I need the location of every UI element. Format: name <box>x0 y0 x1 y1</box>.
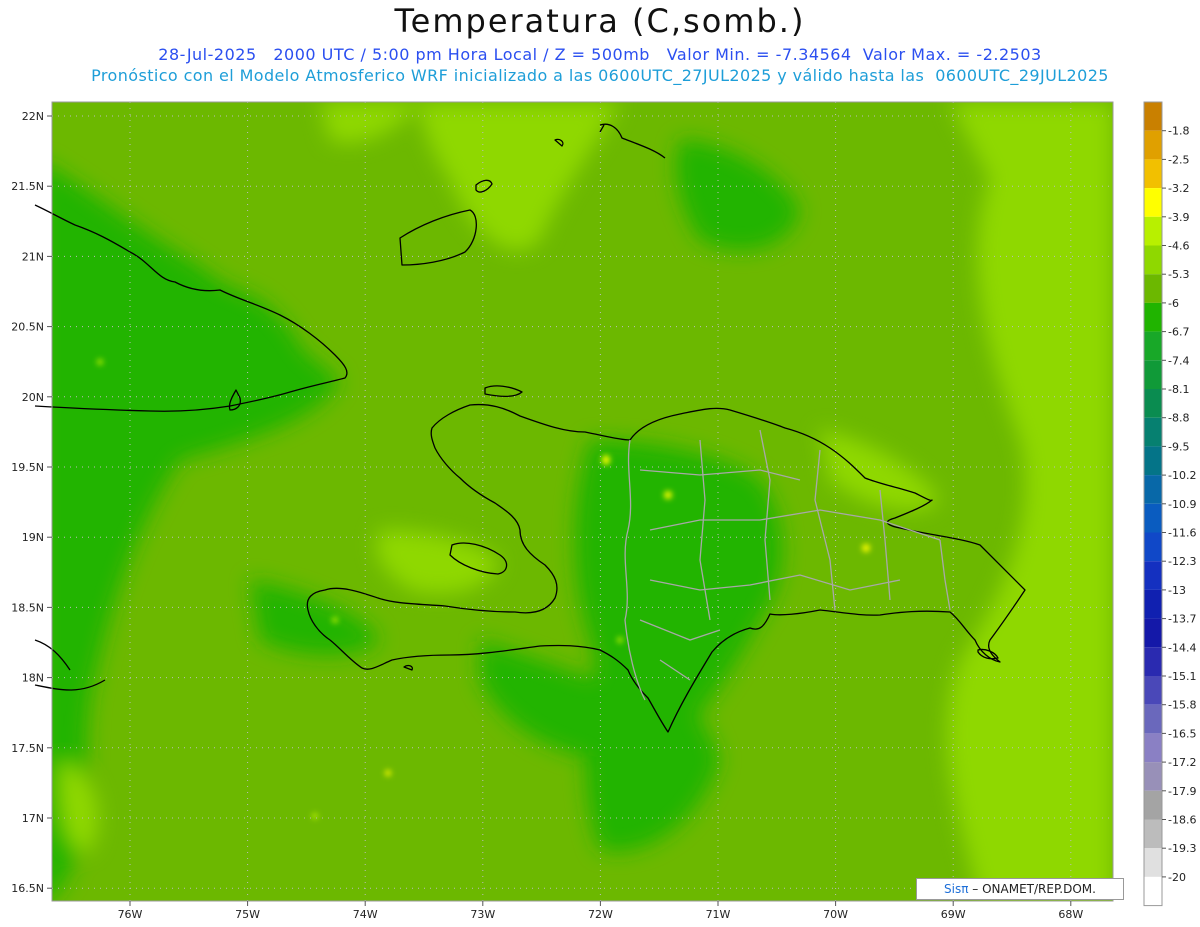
lat-tick-label: 19N <box>22 531 44 544</box>
legend-label: -10.9 <box>1168 498 1196 511</box>
lat-tick-label: 21N <box>22 250 44 263</box>
legend-swatch <box>1144 331 1162 361</box>
legend-label: -6.7 <box>1168 326 1189 339</box>
lon-tick-label: 74W <box>353 908 378 921</box>
legend-label: -1.8 <box>1168 125 1189 138</box>
lon-tick-label: 75W <box>235 908 260 921</box>
legend-label: -3.2 <box>1168 182 1189 195</box>
legend-label: -4.6 <box>1168 240 1189 253</box>
lon-tick-label: 73W <box>470 908 495 921</box>
legend-label: -3.9 <box>1168 211 1189 224</box>
lat-tick-label: 19.5N <box>11 461 44 474</box>
legend-label: -19.3 <box>1168 842 1196 855</box>
legend-label: -13.7 <box>1168 613 1196 626</box>
legend-swatch <box>1144 618 1162 648</box>
legend-label: -8.1 <box>1168 383 1189 396</box>
legend-swatch <box>1144 819 1162 849</box>
lon-tick-label: 72W <box>588 908 613 921</box>
legend-label: -2.5 <box>1168 153 1189 166</box>
legend-swatch <box>1144 417 1162 447</box>
legend-label: -13 <box>1168 584 1186 597</box>
legend-label: -17.2 <box>1168 756 1196 769</box>
legend-swatch <box>1144 475 1162 504</box>
temperature-map: 22N 21.5N 21N 20.5N 20N 19.5N 19N 18.5N 18N 17.5N… <box>11 101 1196 921</box>
legend-swatch <box>1144 245 1162 275</box>
legend-swatch <box>1144 302 1162 332</box>
lat-tick-label: 17.5N <box>11 742 44 755</box>
lat-tick-label: 20N <box>22 391 44 404</box>
legend-label: -8.8 <box>1168 412 1189 425</box>
lon-tick-label: 70W <box>823 908 848 921</box>
legend-swatch <box>1144 360 1162 389</box>
legend-label: -7.4 <box>1168 354 1189 367</box>
lat-tick-label: 18.5N <box>11 601 44 614</box>
lon-tick-label: 69W <box>941 908 966 921</box>
legend-swatch <box>1144 532 1162 562</box>
credit-text: – ONAMET/REP.DOM. <box>968 882 1096 896</box>
legend-swatch <box>1144 733 1162 763</box>
legend-label: -9.5 <box>1168 440 1189 453</box>
legend-swatch <box>1144 589 1162 619</box>
legend-swatch <box>1144 762 1162 791</box>
credit-box: Sisπ – ONAMET/REP.DOM. <box>916 878 1124 900</box>
legend-label: -15.1 <box>1168 670 1196 683</box>
legend-swatch <box>1144 389 1162 418</box>
legend-label: -6 <box>1168 297 1179 310</box>
longitude-axis: 76W 75W 74W 73W 72W 71W 70W 69W 68W <box>118 901 1083 921</box>
temperature-field <box>52 102 1113 901</box>
color-legend: -1.8 -2.5 -3.2 -3.9 -4.6 -5.3 -6 -6.7 -7.4 -8.1 -8… <box>1143 101 1196 907</box>
legend-swatch <box>1144 130 1162 160</box>
legend-label: -17.9 <box>1168 785 1196 798</box>
legend-swatch <box>1144 704 1162 734</box>
lat-tick-label: 16.5N <box>11 882 44 895</box>
legend-swatch <box>1144 790 1162 820</box>
legend-swatch <box>1144 188 1162 217</box>
lon-tick-label: 71W <box>706 908 731 921</box>
legend-label: -15.8 <box>1168 699 1196 712</box>
lat-tick-label: 17N <box>22 812 44 825</box>
legend-label: -16.5 <box>1168 727 1196 740</box>
legend-swatch <box>1144 848 1162 877</box>
legend-label: -11.6 <box>1168 527 1196 540</box>
latitude-axis: 22N 21.5N 21N 20.5N 20N 19.5N 19N 18.5N 18N 17.5N… <box>11 110 52 895</box>
legend-swatch <box>1144 274 1162 303</box>
legend-label: -14.4 <box>1168 641 1196 654</box>
legend-swatch <box>1144 876 1162 906</box>
lon-tick-label: 76W <box>118 908 143 921</box>
legend-label: -5.3 <box>1168 268 1189 281</box>
legend-swatch <box>1144 102 1162 131</box>
legend-label: -18.6 <box>1168 814 1196 827</box>
lat-tick-label: 22N <box>22 110 44 123</box>
legend-label: -20 <box>1168 871 1186 884</box>
legend-swatch <box>1144 676 1162 705</box>
sispi-logo: Sisπ <box>944 882 969 896</box>
lat-tick-label: 18N <box>22 672 44 685</box>
lon-tick-label: 68W <box>1058 908 1083 921</box>
legend-label: -12.3 <box>1168 555 1196 568</box>
lat-tick-label: 20.5N <box>11 321 44 334</box>
legend-swatch <box>1144 159 1162 189</box>
legend-label: -10.2 <box>1168 469 1196 482</box>
legend-swatch <box>1144 647 1162 676</box>
legend-swatch <box>1144 561 1162 590</box>
legend-swatch <box>1144 216 1162 246</box>
lat-tick-label: 21.5N <box>11 180 44 193</box>
legend-swatch <box>1144 503 1162 533</box>
legend-swatch <box>1144 446 1162 476</box>
